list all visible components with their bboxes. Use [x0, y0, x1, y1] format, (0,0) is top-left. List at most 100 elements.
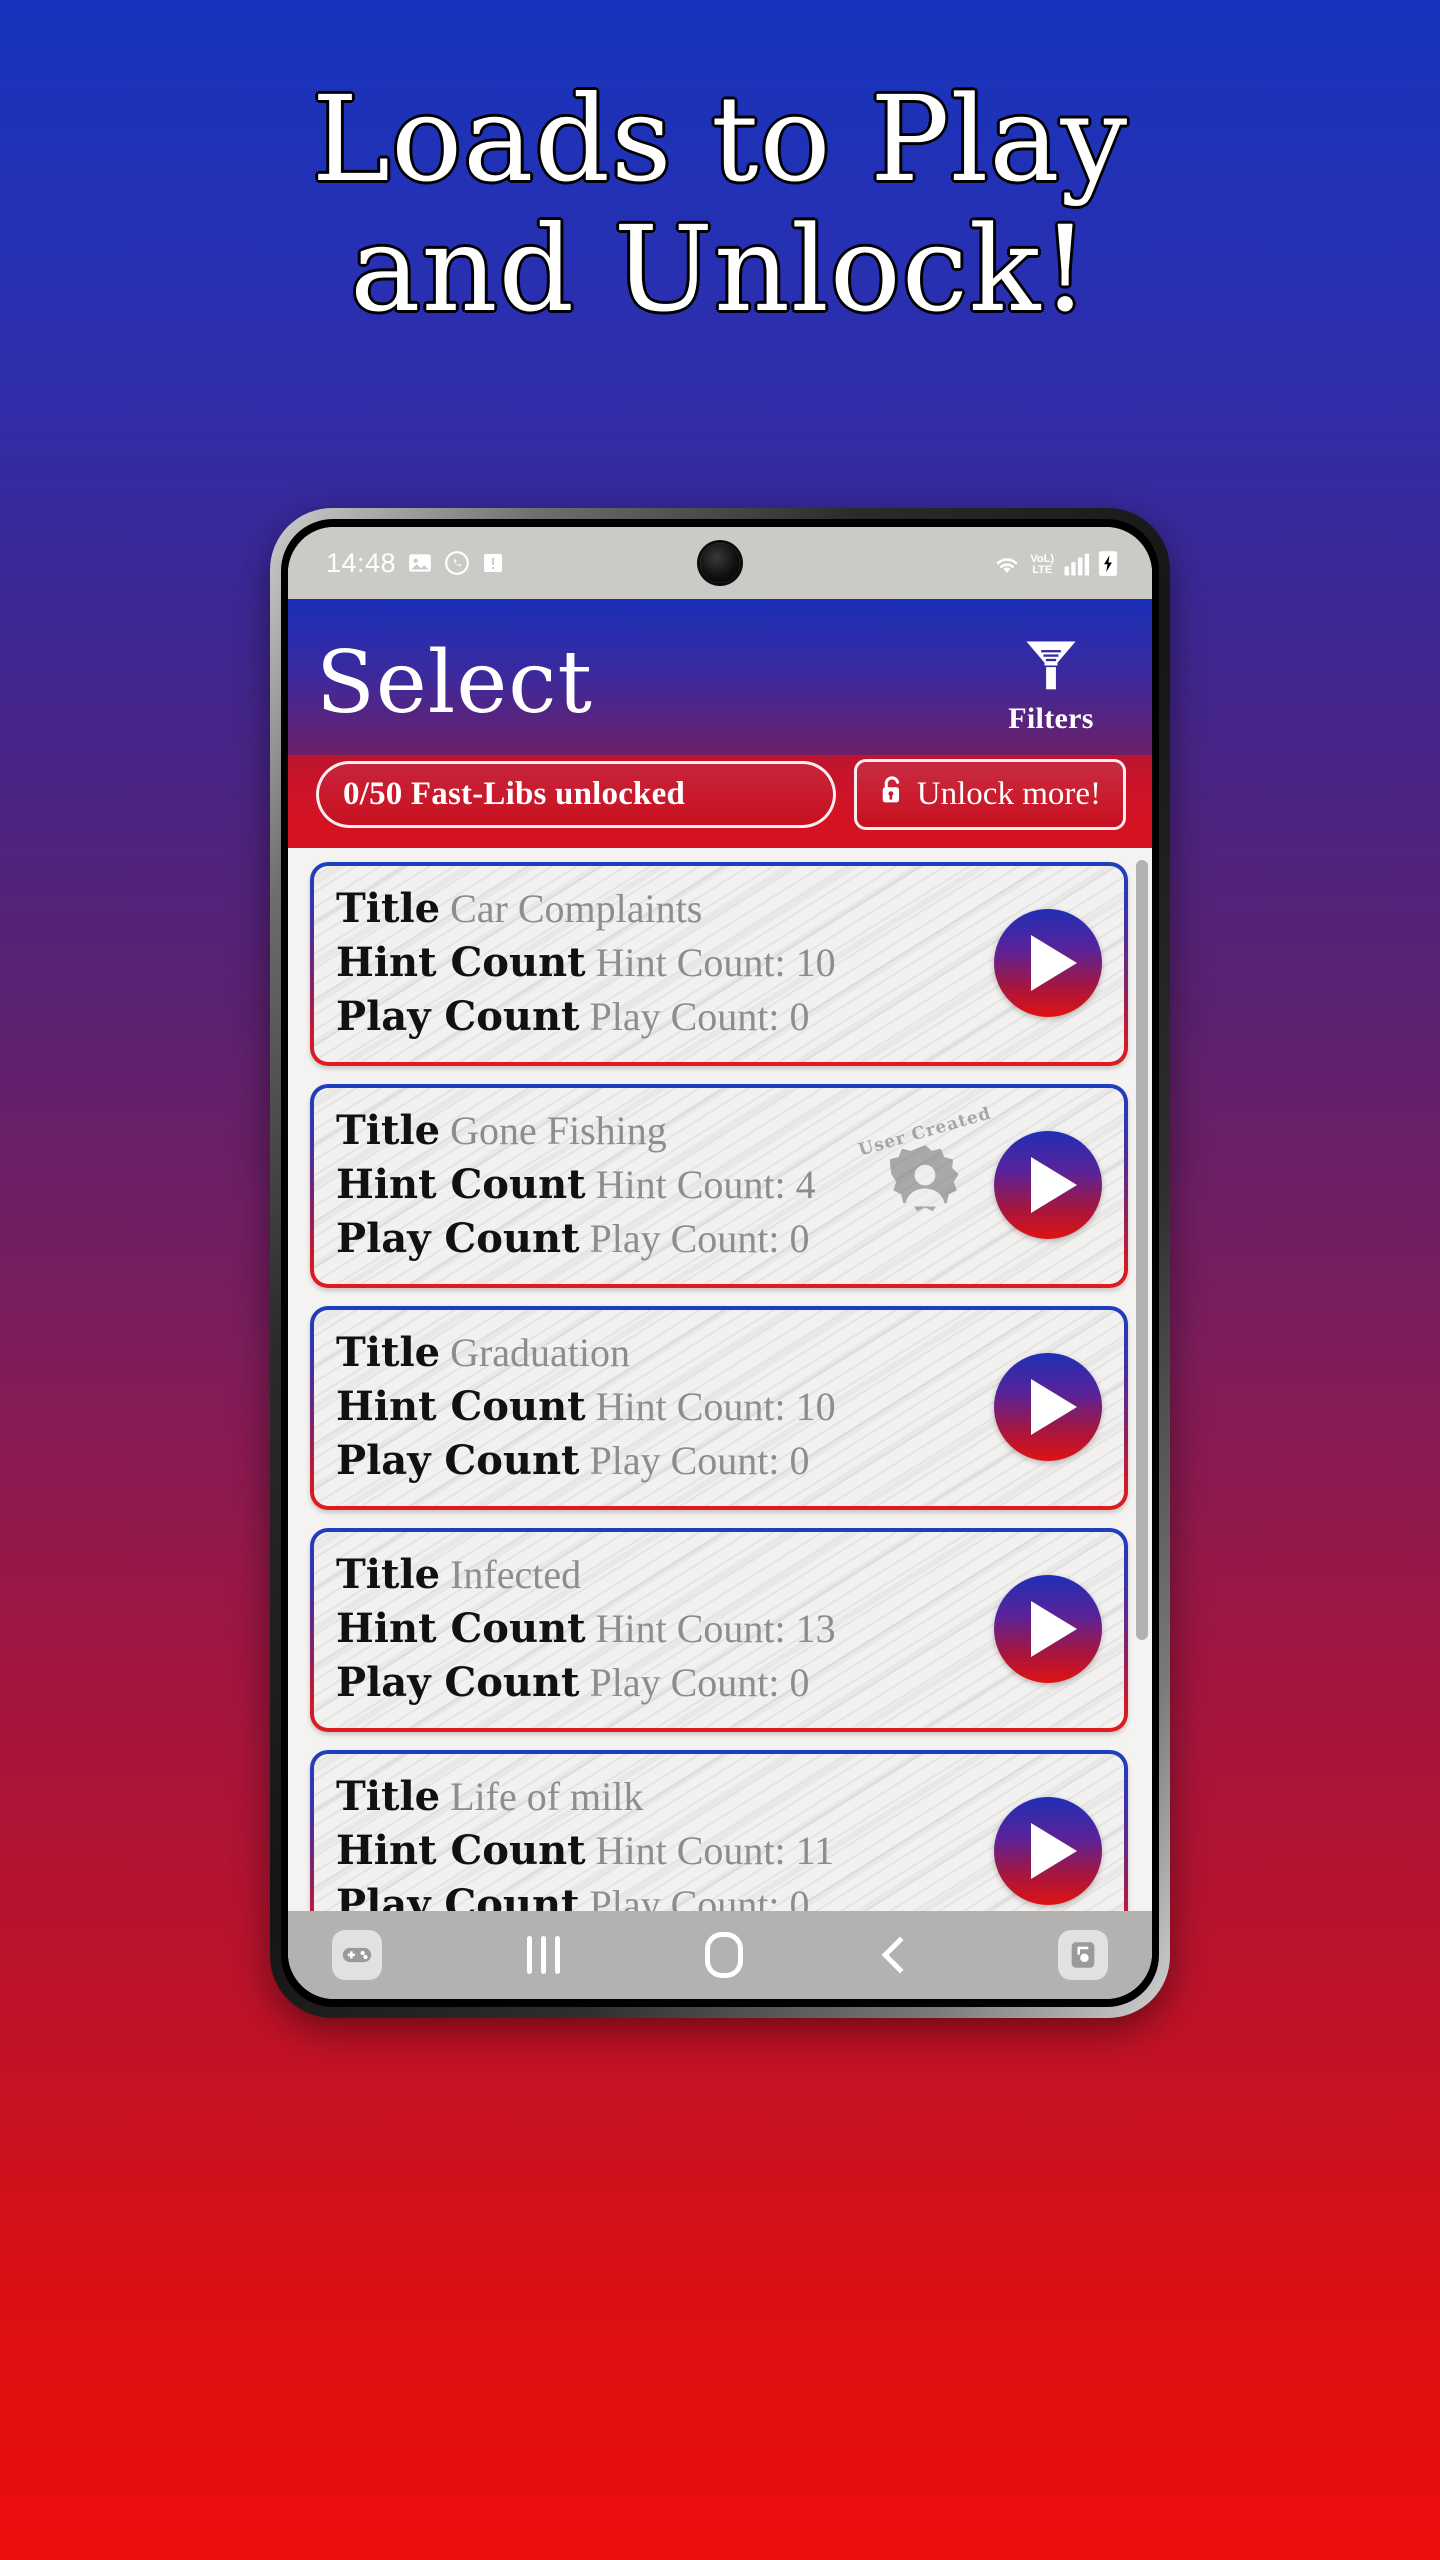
status-bar-left: 14:48 — [326, 548, 505, 579]
play-count-label: Play Count — [336, 993, 580, 1040]
fastlib-card-body: Title Gone Fishing Hint Count Hint Count… — [314, 1088, 1124, 1284]
hint-count-row: Hint Count Hint Count: 10 — [336, 936, 990, 990]
play-icon[interactable] — [994, 909, 1102, 1017]
fastlib-card-body: Title Life of milk Hint Count Hint Count… — [314, 1754, 1124, 1911]
headline-line-2: and Unlock! — [350, 200, 1090, 338]
play-count-value: Play Count: 0 — [589, 1882, 810, 1911]
play-count-label: Play Count — [336, 1881, 580, 1911]
title-value: Infected — [450, 1552, 582, 1597]
battery-charging-icon — [1098, 550, 1118, 576]
fastlib-card-actions: User Created — [856, 1104, 1102, 1244]
fastlib-card[interactable]: Title Car Complaints Hint Count Hint Cou… — [310, 862, 1128, 1066]
fastlib-card-text: Title Car Complaints Hint Count Hint Cou… — [336, 882, 990, 1044]
hint-count-label: Hint Count — [336, 1827, 586, 1874]
hint-count-label: Hint Count — [336, 939, 586, 986]
hint-count-label: Hint Count — [336, 1605, 586, 1652]
play-count-row: Play Count Play Count: 0 — [336, 1434, 990, 1488]
recents-icon[interactable] — [526, 1936, 560, 1974]
home-icon[interactable] — [704, 1932, 743, 1978]
hint-count-row: Hint Count Hint Count: 4 — [336, 1158, 866, 1212]
play-icon[interactable] — [994, 1353, 1102, 1461]
fastlib-card-actions — [990, 1797, 1102, 1905]
play-count-label: Play Count — [336, 1215, 580, 1262]
phone-screen: 14:48 VoL) LTE Select Filters 0/50 Fast-… — [288, 527, 1152, 1999]
play-count-row: Play Count Play Count: 0 — [336, 1212, 866, 1266]
phone-mockup: 14:48 VoL) LTE Select Filters 0/50 Fast-… — [270, 508, 1170, 2018]
unlock-more-button[interactable]: Unlock more! — [853, 759, 1126, 830]
list-scrollbar[interactable] — [1136, 860, 1148, 1640]
filters-label: Filters — [1008, 701, 1094, 735]
wifi-icon — [992, 552, 1022, 576]
title-label: Title — [336, 1329, 441, 1376]
funnel-icon — [1020, 633, 1082, 700]
title-row: Title Car Complaints — [336, 882, 990, 936]
unlock-icon — [879, 774, 905, 815]
image-icon — [407, 550, 433, 576]
play-count-value: Play Count: 0 — [589, 1660, 810, 1705]
title-label: Title — [336, 1773, 441, 1820]
play-count-row: Play Count Play Count: 0 — [336, 1878, 990, 1911]
fastlib-card[interactable]: Title Infected Hint Count Hint Count: 13… — [310, 1528, 1128, 1732]
title-row: Title Life of milk — [336, 1770, 990, 1824]
app-header: Select Filters 0/50 Fast-Libs unlocked U… — [288, 599, 1152, 848]
title-label: Title — [336, 1551, 441, 1598]
title-value: Car Complaints — [450, 886, 703, 931]
fastlibs-list[interactable]: Title Car Complaints Hint Count Hint Cou… — [288, 848, 1152, 1911]
back-icon[interactable] — [881, 1936, 919, 1974]
play-icon[interactable] — [994, 1797, 1102, 1905]
fastlib-card-actions — [990, 1575, 1102, 1683]
hint-count-value: Hint Count: 11 — [595, 1828, 835, 1873]
promo-headline: Loads to Play and Unlock! — [0, 74, 1440, 334]
app-header-row: Select Filters — [288, 605, 1152, 755]
title-value: Graduation — [450, 1330, 631, 1375]
front-camera — [700, 543, 740, 583]
fastlib-card-body: Title Infected Hint Count Hint Count: 13… — [314, 1532, 1124, 1728]
notification-icon — [481, 551, 505, 575]
hint-count-label: Hint Count — [336, 1161, 586, 1208]
phone-bezel: 14:48 VoL) LTE Select Filters 0/50 Fast-… — [281, 519, 1159, 2007]
play-icon[interactable] — [994, 1575, 1102, 1683]
hint-count-value: Hint Count: 4 — [595, 1162, 816, 1207]
user-created-badge: User Created — [856, 1104, 994, 1244]
game-booster-icon[interactable] — [332, 1930, 382, 1980]
status-bar: 14:48 VoL) LTE — [288, 527, 1152, 599]
hint-count-value: Hint Count: 10 — [595, 940, 836, 985]
title-value: Life of milk — [450, 1774, 644, 1819]
volte-icon: VoL) LTE — [1030, 553, 1054, 576]
fastlib-card-actions — [990, 1353, 1102, 1461]
unlock-status-pill[interactable]: 0/50 Fast-Libs unlocked — [316, 761, 836, 828]
unlock-more-label: Unlock more! — [916, 776, 1101, 812]
android-nav-bar — [288, 1911, 1152, 1999]
whatsapp-icon — [444, 550, 470, 576]
fastlib-card[interactable]: Title Gone Fishing Hint Count Hint Count… — [310, 1084, 1128, 1288]
hint-count-row: Hint Count Hint Count: 10 — [336, 1380, 990, 1434]
fastlib-card[interactable]: Title Life of milk Hint Count Hint Count… — [310, 1750, 1128, 1911]
unlock-bar: 0/50 Fast-Libs unlocked Unlock more! — [288, 755, 1152, 848]
signal-icon — [1062, 552, 1090, 576]
play-count-value: Play Count: 0 — [589, 994, 810, 1039]
play-count-value: Play Count: 0 — [589, 1438, 810, 1483]
play-count-value: Play Count: 0 — [589, 1216, 810, 1261]
hint-count-label: Hint Count — [336, 1383, 586, 1430]
status-bar-clock: 14:48 — [326, 547, 397, 578]
status-bar-right: VoL) LTE — [992, 550, 1118, 576]
title-value: Gone Fishing — [450, 1108, 667, 1153]
fastlib-card-text: Title Infected Hint Count Hint Count: 13… — [336, 1548, 990, 1710]
fastlib-card-text: Title Life of milk Hint Count Hint Count… — [336, 1770, 990, 1911]
play-count-label: Play Count — [336, 1437, 580, 1484]
screenshot-icon[interactable] — [1058, 1930, 1108, 1980]
filters-button[interactable]: Filters — [976, 629, 1126, 738]
hint-count-row: Hint Count Hint Count: 11 — [336, 1824, 990, 1878]
play-count-row: Play Count Play Count: 0 — [336, 1656, 990, 1710]
title-row: Title Graduation — [336, 1326, 990, 1380]
title-label: Title — [336, 1107, 441, 1154]
fastlib-card-body: Title Car Complaints Hint Count Hint Cou… — [314, 866, 1124, 1062]
fastlib-card-text: Title Graduation Hint Count Hint Count: … — [336, 1326, 990, 1488]
play-count-row: Play Count Play Count: 0 — [336, 990, 990, 1044]
hint-count-row: Hint Count Hint Count: 13 — [336, 1602, 990, 1656]
play-icon[interactable] — [994, 1131, 1102, 1239]
hint-count-value: Hint Count: 10 — [595, 1384, 836, 1429]
fastlib-card-text: Title Gone Fishing Hint Count Hint Count… — [336, 1104, 866, 1266]
title-label: Title — [336, 885, 441, 932]
fastlib-card[interactable]: Title Graduation Hint Count Hint Count: … — [310, 1306, 1128, 1510]
